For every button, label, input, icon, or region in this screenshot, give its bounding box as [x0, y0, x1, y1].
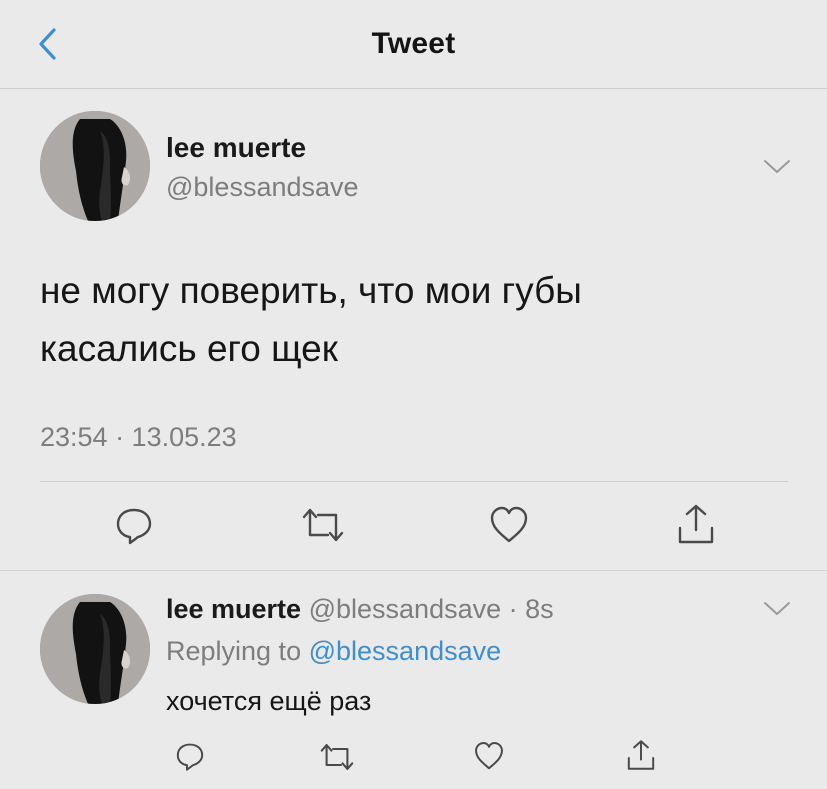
tweet-timestamp[interactable]: 23:54 · 13.05.23 [40, 422, 237, 453]
replying-to-label: Replying to [166, 636, 302, 666]
author-name[interactable]: lee muerte [166, 132, 306, 164]
top-bar: Tweet [0, 0, 827, 89]
reply-icon[interactable] [174, 740, 206, 772]
reply-author-name[interactable]: lee muerte [166, 594, 301, 624]
author-avatar[interactable] [40, 111, 150, 221]
retweet-icon[interactable] [300, 505, 346, 545]
reply-time[interactable]: 8s [525, 594, 554, 624]
retweet-icon[interactable] [318, 741, 356, 773]
divider [0, 570, 827, 571]
replying-to-handle[interactable]: @blessandsave [309, 636, 502, 666]
reply-icon[interactable] [113, 504, 155, 546]
page-title: Tweet [371, 27, 456, 60]
reply-separator: · [508, 594, 518, 624]
tweet-text: не могу поверить, что мои губы касались … [40, 262, 780, 378]
chevron-down-icon[interactable] [762, 156, 792, 176]
tweet-text-line: касались его щек [40, 328, 338, 369]
share-icon[interactable] [675, 502, 717, 546]
reply-header: lee muerte @blessandsave · 8s [166, 594, 554, 625]
reply-text: хочется ещё раз [166, 686, 372, 716]
tweet-text-line: не могу поверить, что мои губы [40, 270, 582, 311]
reply-author-avatar[interactable] [40, 594, 150, 704]
reply-author-handle[interactable]: @blessandsave [309, 594, 502, 624]
replying-to: Replying to @blessandsave [166, 636, 501, 667]
heart-icon[interactable] [473, 740, 505, 772]
author-handle[interactable]: @blessandsave [166, 172, 359, 203]
divider [40, 481, 788, 482]
chevron-down-icon[interactable] [762, 598, 792, 618]
share-icon[interactable] [625, 738, 657, 772]
heart-icon[interactable] [488, 504, 530, 546]
